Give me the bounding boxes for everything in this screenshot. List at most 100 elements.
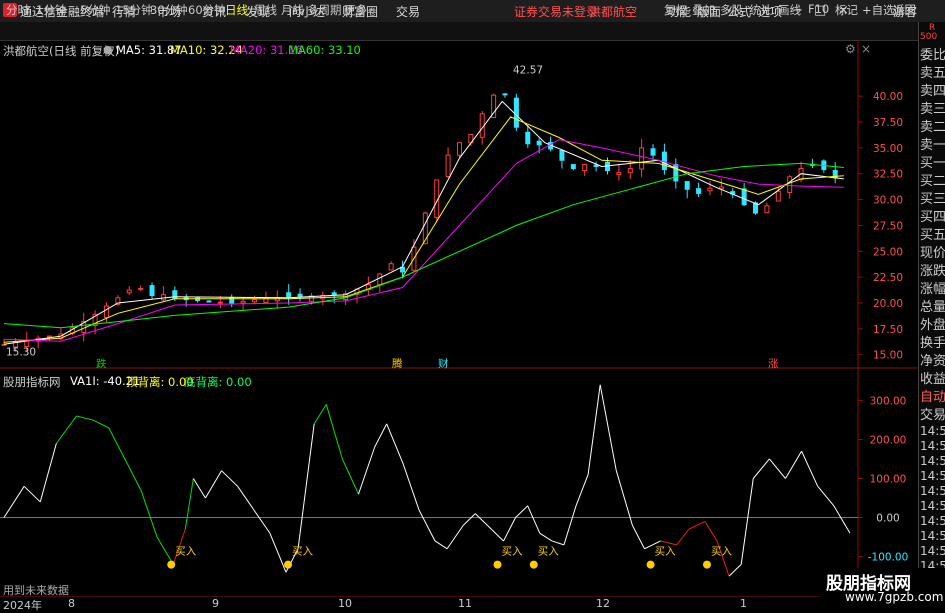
close-icon[interactable]: × [861,42,871,56]
side-item[interactable]: 涨跌 [920,260,945,279]
period-more[interactable]: 更多 [344,2,367,18]
indicator-segment [462,513,476,526]
indicator-segment [221,470,238,487]
login-notice[interactable]: 证券交易未登录 [514,3,598,20]
y-tick-label: 0.00 [876,513,899,525]
event-marker: 涨 [768,358,779,370]
candle-body [331,292,337,295]
side-item[interactable]: 净资 [920,350,945,369]
btn-mark[interactable]: 标记 [835,2,858,18]
candle-body [559,149,565,161]
candle-body [639,147,645,170]
y-tick-label: 25.00 [873,246,903,258]
candle-body [787,176,793,193]
indicator-segment [108,427,126,460]
period-multi[interactable]: 多周期 [307,2,342,18]
indicator-segment [752,458,770,479]
trade-button[interactable]: 交易 [920,404,945,423]
side-item[interactable]: 卖二 [920,116,945,135]
side-item[interactable]: 买四 [920,206,945,225]
indicator-segment [539,532,553,542]
indicator-segment [515,505,529,518]
period-5min[interactable]: 5分钟 [80,2,110,18]
indicator-segment [704,521,718,542]
period-daily[interactable]: 日线 [225,2,248,18]
stock-label: 洪都航空(日线 前复权) [3,44,120,58]
candle-body [47,335,53,338]
indicator-segment [402,462,420,510]
event-marker: 财 [438,357,449,370]
date-label: 11 [458,597,472,610]
period-60min[interactable]: 60分钟 [188,2,226,18]
indicator-segment [801,450,819,487]
indicator-name[interactable]: 股朋指标网 [3,374,61,390]
side-item[interactable]: 委比 [920,44,945,63]
auto-button[interactable]: 自动 [920,386,945,405]
indicator-segment [491,528,504,542]
event-marker: 跌 [96,357,107,370]
buy-signal-icon [284,560,293,569]
side-item[interactable]: 卖五 [920,62,945,81]
candle-body [103,305,109,319]
side-time: 14:56 [920,454,945,468]
indicator-segment [768,458,786,479]
chart-area[interactable]: 15.00 17.50 20.00 22.50 25.00 27.50 30.00 32.50… [0,40,918,609]
btn-draw[interactable]: 画线 [778,2,801,18]
indicator-segment [156,536,174,565]
candle-body [149,285,155,297]
btn-overlay[interactable]: 叠加 [692,2,715,18]
period-15min[interactable]: 15分钟 [115,2,153,18]
indicator-segment [575,474,589,507]
btn-adjust[interactable]: 复权 [664,2,687,18]
y-tick-label: 20.00 [873,298,903,310]
btn-multi-stock[interactable]: 多股 [720,2,743,18]
side-item[interactable]: 涨幅 [920,278,945,297]
chart-settings-icon[interactable]: ⚙ [845,42,856,56]
btn-f10[interactable]: F10 [808,2,829,16]
side-item[interactable]: 现价 [920,242,945,261]
candle-body [684,181,690,190]
period-1min[interactable]: 1分钟 [36,2,66,18]
ma60-value: MA60: 33.10 [288,43,361,57]
buy-signal-icon [493,560,502,569]
side-item[interactable]: 买二 [920,170,945,189]
side-item[interactable]: 卖一 [920,134,945,153]
candle-body [172,290,178,300]
indicator-segment [676,528,690,546]
side-time: 14:56 [920,484,945,498]
side-item[interactable]: 外盘 [920,314,945,333]
period-weekly[interactable]: 周线 [254,2,277,18]
period-timeshare[interactable]: 分时 [6,2,29,18]
side-time: 14:56 [920,424,945,438]
buy-signal-label: 买入 [175,546,196,558]
side-item[interactable]: 总量 [920,296,945,315]
indicator-segment [313,404,327,425]
side-time: 14:56 [920,529,945,543]
btn-add-watch[interactable]: +自选 [862,2,895,18]
candle-body [513,97,519,128]
settings-icon[interactable]: ● [103,43,113,56]
candle-body [650,148,656,156]
side-time: 14:56 [920,439,945,453]
period-30min[interactable]: 30分钟 [150,2,188,18]
candle-body [536,140,542,146]
menu-item-trade[interactable]: 交易 [396,3,420,20]
side-item[interactable]: 卖四 [920,80,945,99]
side-item[interactable]: 买三 [920,188,945,207]
btn-back[interactable]: 返回 [893,2,916,18]
indicator-segment [551,540,565,546]
stock-title: 洪都航空 [589,5,638,19]
side-item[interactable]: 收益 [920,368,945,387]
candle-body [377,273,383,286]
y-tick-label: 30.00 [873,195,903,207]
candle-body [696,188,702,194]
candle-body [502,93,508,96]
indicator-segment [587,384,601,475]
btn-stats[interactable]: 统计 [749,2,772,18]
indicator-segment [23,485,41,503]
period-monthly[interactable]: 月线 [281,2,304,18]
side-item[interactable]: 换手 [920,332,945,351]
side-item[interactable]: 买一 [920,152,945,171]
side-item[interactable]: 买五 [920,224,945,243]
side-item[interactable]: 卖三 [920,98,945,117]
